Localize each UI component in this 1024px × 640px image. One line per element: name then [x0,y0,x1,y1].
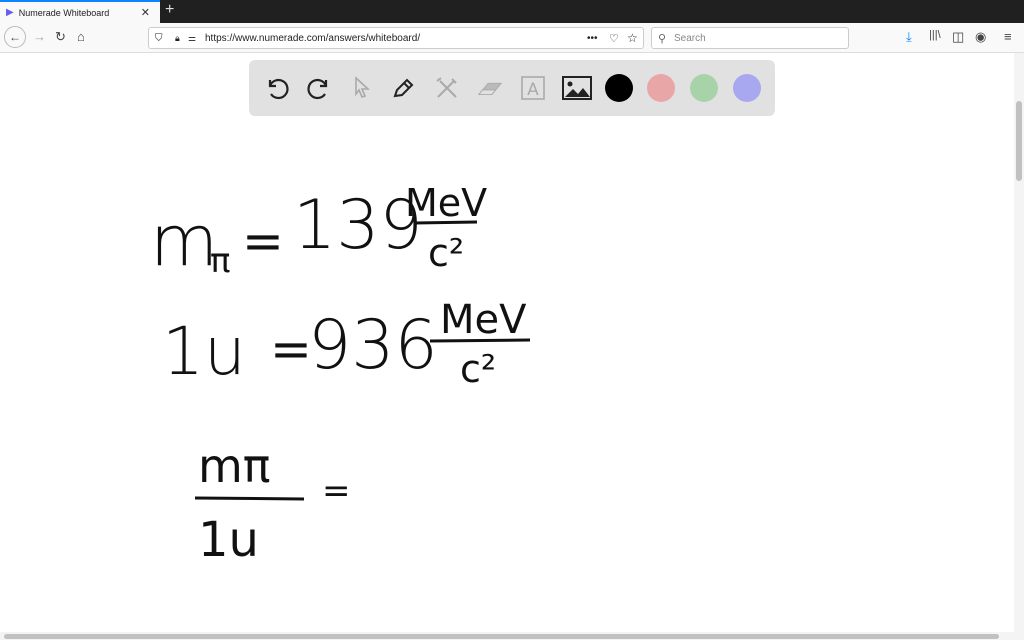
vertical-scrollbar[interactable] [1014,53,1024,633]
sidebar-icon[interactable]: ◫ [952,29,964,45]
horizontal-scroll-thumb[interactable] [4,634,999,639]
account-icon[interactable]: ◉ [975,29,986,45]
more-icon[interactable]: ••• [587,33,598,44]
home-button[interactable]: ⌂ [77,29,85,44]
close-tab-icon[interactable]: ✕ [141,6,150,19]
search-icon: ⚲ [658,32,667,45]
search-placeholder: Search [674,32,706,44]
reload-button[interactable]: ↻ [55,29,66,45]
permissions-icon: ⚌ [188,32,197,43]
hw-1u-den: 1u [198,512,259,568]
whiteboard-canvas[interactable]: m π = 139 MeV c² 1u = 936 MeV c² mπ 1u = [0,53,1010,628]
hw-m-pi-sub: π [210,241,230,281]
new-tab-button[interactable]: + [165,1,174,19]
hw-eq1: = [242,212,284,270]
hw-mev1: MeV [405,181,487,225]
hw-1u: 1u [162,313,246,390]
hw-fraction-line-1 [414,220,478,225]
lock-icon: 🔒︎ [175,32,180,43]
search-input[interactable]: ⚲ Search [651,27,849,49]
hw-mev2: MeV [440,297,527,343]
menu-icon[interactable]: ≡ [1004,29,1012,44]
back-button[interactable]: ← [4,26,26,48]
hw-m-pi-num: mπ [198,439,271,493]
url-bar[interactable]: ⛉ 🔒︎ ⚌ https://www.numerade.com/answers/… [148,27,644,49]
downloads-icon[interactable]: ⤓ [906,29,912,45]
pocket-icon[interactable]: ♡ [609,32,619,45]
hw-c2-2: c² [460,347,496,391]
hw-c2-1: c² [428,231,464,275]
forward-button[interactable]: → [33,29,46,44]
tab-numerade-whiteboard[interactable]: ▶ Numerade Whiteboard ✕ [0,0,160,23]
hw-936: 936 [308,306,438,385]
hw-fraction-line-2 [429,338,531,343]
url-text: https://www.numerade.com/answers/whitebo… [205,32,421,44]
hw-139: 139 [293,186,423,265]
hw-fraction-line-3 [194,496,305,501]
tab-bar: ▶ Numerade Whiteboard ✕ + [0,0,1024,23]
numerade-logo-icon: ▶ [6,7,14,18]
bookmark-star-icon[interactable]: ☆ [627,31,638,45]
hw-m-pi-m: m [150,200,218,282]
library-icon[interactable]: |||\ [929,29,941,41]
hw-eq3: = [322,471,351,511]
tab-title: Numerade Whiteboard [18,7,110,18]
horizontal-scrollbar[interactable] [0,632,1024,640]
hw-eq2: = [270,320,312,378]
vertical-scroll-thumb[interactable] [1016,101,1022,181]
shield-icon: ⛉ [155,32,163,44]
nav-bar: ← → ↻ ⌂ ⛉ 🔒︎ ⚌ https://www.numerade.com/… [0,23,1024,53]
